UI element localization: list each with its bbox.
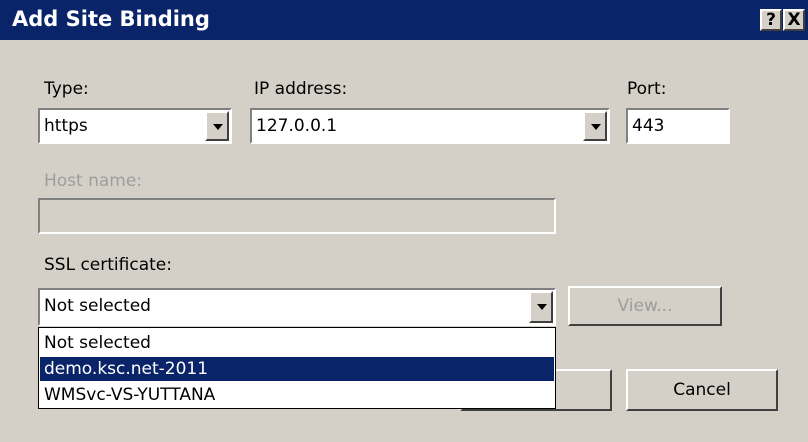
type-dropdown-button[interactable] xyxy=(205,111,229,141)
cancel-button[interactable]: Cancel xyxy=(626,369,778,411)
port-input[interactable]: 443 xyxy=(626,108,730,144)
type-select[interactable]: https xyxy=(38,108,232,144)
title-bar[interactable]: Add Site Binding ? X xyxy=(0,0,808,40)
ssl-certificate-dropdown-button[interactable] xyxy=(529,291,553,323)
list-item[interactable]: WMSvc-VS-YUTTANA xyxy=(40,383,554,407)
port-value: 443 xyxy=(632,116,665,136)
type-select-value: https xyxy=(44,116,88,136)
ssl-certificate-value: Not selected xyxy=(44,296,151,316)
ssl-certificate-select[interactable]: Not selected xyxy=(38,288,556,326)
list-item[interactable]: Not selected xyxy=(40,331,554,355)
host-name-input[interactable] xyxy=(38,198,556,234)
type-label: Type: xyxy=(44,79,89,99)
help-icon: ? xyxy=(766,10,776,30)
list-item[interactable]: demo.ksc.net-2011 xyxy=(40,357,554,381)
chevron-down-icon xyxy=(537,304,547,310)
add-site-binding-dialog: Add Site Binding ? X Type: IP address: P… xyxy=(0,0,808,442)
chevron-down-icon xyxy=(591,124,601,130)
host-name-label: Host name: xyxy=(44,171,143,191)
close-button[interactable]: X xyxy=(783,9,805,31)
help-button[interactable]: ? xyxy=(760,9,782,31)
dialog-title: Add Site Binding xyxy=(12,7,210,31)
view-button[interactable]: View... xyxy=(568,286,722,326)
ip-address-select[interactable]: 127.0.0.1 xyxy=(250,108,610,144)
close-icon: X xyxy=(787,10,801,30)
ip-address-value: 127.0.0.1 xyxy=(256,116,338,136)
ssl-certificate-dropdown-list: Not selected demo.ksc.net-2011 WMSvc-VS-… xyxy=(38,327,556,409)
ip-address-label: IP address: xyxy=(254,79,348,99)
chevron-down-icon xyxy=(213,124,223,130)
ssl-certificate-label: SSL certificate: xyxy=(44,255,172,275)
ip-address-dropdown-button[interactable] xyxy=(583,111,607,141)
port-label: Port: xyxy=(627,79,667,99)
